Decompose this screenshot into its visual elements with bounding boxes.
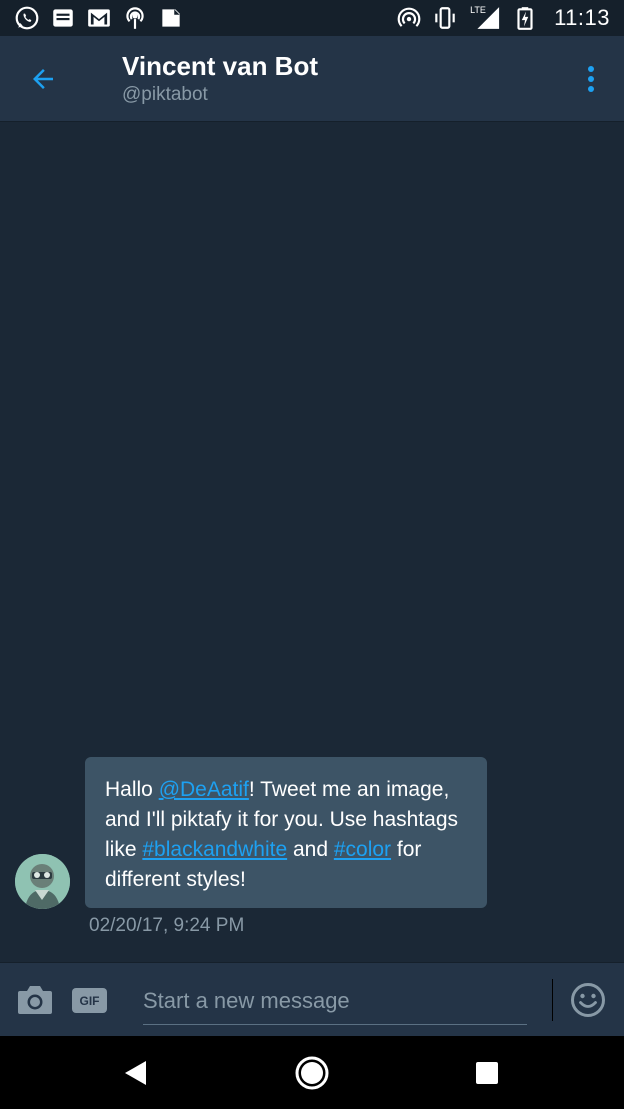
system-icons: LTE 11:13 [396,5,610,31]
composer-divider [552,979,553,1021]
conversation-header: Vincent van Bot @piktabot [0,36,624,122]
gmail-icon [86,5,112,31]
navigation-bar [0,1036,624,1109]
notification-icons [14,5,184,31]
message-timestamp: 02/20/17, 9:24 PM [89,915,245,936]
feedly-icon [158,5,184,31]
message-text-part: and [287,838,334,861]
gif-button[interactable]: GIF [72,988,107,1013]
contact-name: Vincent van Bot [122,51,319,81]
message-thread[interactable]: Hallo @DeAatif! Tweet me an image, and I… [0,122,624,962]
message-input[interactable] [143,977,527,1025]
home-circle-icon [295,1056,329,1090]
avatar[interactable] [15,854,70,909]
message-composer: GIF [0,962,624,1036]
message-bubble: Hallo @DeAatif! Tweet me an image, and I… [85,757,487,908]
emoji-button[interactable] [570,982,606,1018]
camera-icon [18,986,52,1014]
bot-avatar-image [15,854,70,909]
whatsapp-icon [14,5,40,31]
status-clock: 11:13 [554,5,610,30]
more-vertical-icon [588,66,594,92]
nav-back-button[interactable] [122,1058,152,1088]
contact-info[interactable]: Vincent van Bot @piktabot [122,50,318,107]
nav-home-button[interactable] [294,1055,330,1091]
network-type-label: LTE [470,5,486,15]
hashtag-link-blackandwhite[interactable]: #blackandwhite [142,838,287,861]
hotspot-icon [396,5,422,31]
back-button[interactable] [22,58,64,100]
vibrate-icon [432,5,458,31]
triangle-back-icon [125,1061,146,1085]
battery-charging-icon [512,5,538,31]
camera-button[interactable] [16,983,54,1017]
arrow-left-icon [33,69,53,89]
podcast-icon [122,5,148,31]
mention-link[interactable]: @DeAatif [159,778,249,801]
hashtag-link-color[interactable]: #color [334,838,391,861]
more-options-button[interactable] [576,58,606,100]
status-bar: LTE 11:13 [0,0,624,36]
smiley-icon [571,983,605,1017]
nav-recents-button[interactable] [476,1062,498,1084]
messages-icon [50,5,76,31]
signal-icon: LTE [468,5,502,31]
message-text-part: Hallo [105,778,159,801]
contact-handle: @piktabot [122,84,208,105]
